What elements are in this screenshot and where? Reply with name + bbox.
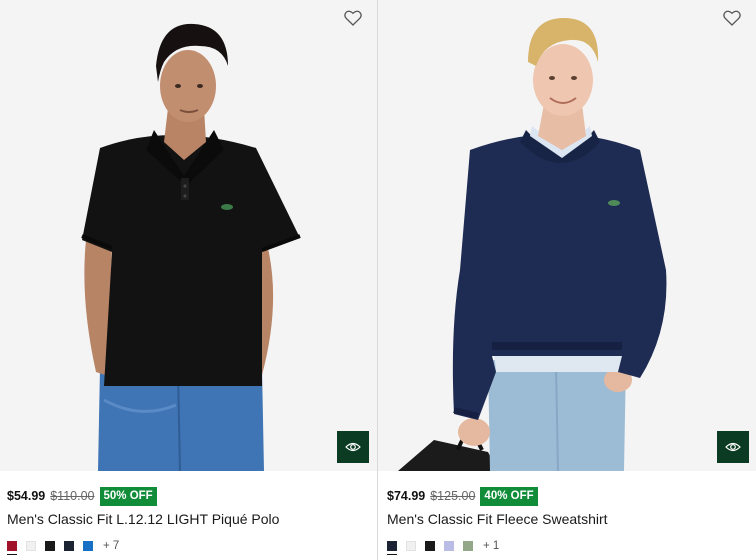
color-swatch[interactable]	[444, 541, 454, 551]
more-colors-link[interactable]: + 1	[483, 540, 499, 552]
sale-price: $54.99	[7, 489, 46, 503]
color-swatch[interactable]	[45, 541, 55, 551]
price-row: $54.99 $110.00 50% OFF	[7, 486, 157, 506]
discount-badge: 50% OFF	[99, 486, 157, 506]
quick-view-button[interactable]	[337, 431, 369, 463]
product-title[interactable]: Men's Classic Fit Fleece Sweatshirt	[387, 511, 608, 527]
eye-icon	[345, 442, 361, 452]
product-image[interactable]	[378, 0, 756, 471]
quick-view-button[interactable]	[717, 431, 749, 463]
color-swatch[interactable]	[463, 541, 473, 551]
product-card[interactable]: $54.99 $110.00 50% OFF Men's Classic Fit…	[0, 0, 377, 560]
color-swatch[interactable]	[406, 541, 416, 551]
color-swatch[interactable]	[425, 541, 435, 551]
model-photo	[81, 23, 301, 471]
product-image[interactable]	[0, 0, 377, 471]
sale-price: $74.99	[387, 489, 426, 503]
heart-icon	[344, 10, 362, 26]
original-price: $110.00	[50, 489, 95, 503]
color-swatches: + 7	[7, 540, 119, 555]
product-grid: $54.99 $110.00 50% OFF Men's Classic Fit…	[0, 0, 756, 560]
color-swatch[interactable]	[26, 541, 36, 551]
more-colors-link[interactable]: + 7	[103, 540, 119, 552]
wishlist-button[interactable]	[344, 10, 364, 28]
eye-icon	[725, 442, 741, 452]
color-swatch[interactable]	[83, 541, 93, 551]
product-card[interactable]: $74.99 $125.00 40% OFF Men's Classic Fit…	[378, 0, 756, 560]
color-swatches: + 1	[387, 540, 499, 555]
heart-icon	[723, 10, 741, 26]
model-photo	[398, 18, 667, 471]
wishlist-button[interactable]	[723, 10, 743, 28]
color-swatch[interactable]	[64, 541, 74, 551]
discount-badge: 40% OFF	[480, 486, 538, 506]
price-row: $74.99 $125.00 40% OFF	[387, 486, 538, 506]
color-swatch[interactable]	[7, 541, 17, 555]
original-price: $125.00	[430, 489, 476, 503]
color-swatch[interactable]	[387, 541, 397, 555]
product-title[interactable]: Men's Classic Fit L.12.12 LIGHT Piqué Po…	[7, 511, 279, 527]
